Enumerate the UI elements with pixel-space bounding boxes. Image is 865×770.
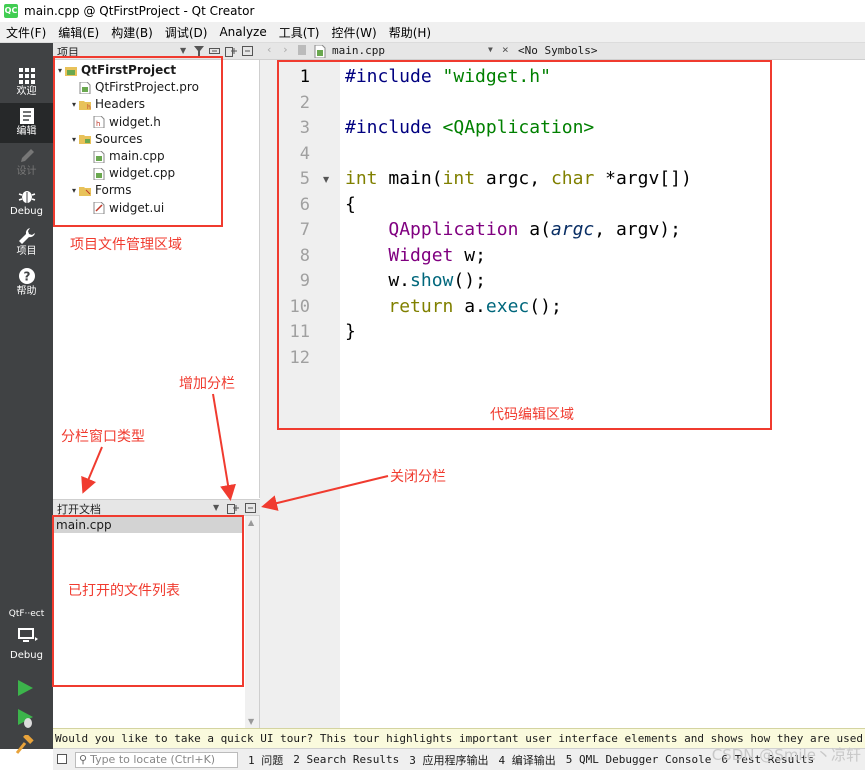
menu-item-6[interactable]: 控件(W) [325,24,382,41]
close-file-icon[interactable]: × [502,43,509,56]
sync-icon[interactable] [209,46,220,56]
mode-selector-bar: 欢迎 编辑 设计 Debug 项目 ? 帮助 QtF··ect Debug [0,43,53,754]
locator-input[interactable]: ⚲ Type to locate (Ctrl+K) [75,751,238,768]
menu-item-1[interactable]: 编辑(E) [52,24,105,41]
cpp-file-icon [314,45,326,58]
mode-welcome[interactable]: 欢迎 [0,63,53,103]
wrench-icon [18,228,35,244]
annotation-box-project [53,56,223,227]
window-title: main.cpp @ QtFirstProject - Qt Creator [24,4,255,18]
kit-selector[interactable]: Debug [0,625,53,665]
menu-item-3[interactable]: 调试(D) [159,24,214,41]
help-icon: ? [18,268,35,284]
open-documents-header: 打开文档 ▼ [53,499,260,516]
scrollbar[interactable]: ▲ ▼ [245,516,259,728]
filter-icon[interactable] [194,46,204,56]
scroll-up-icon[interactable]: ▲ [248,518,254,527]
mode-help[interactable]: ? 帮助 [0,263,53,303]
menu-item-4[interactable]: Analyze [213,25,272,39]
annotation-add-split: 增加分栏 [179,376,235,392]
annotation-project-area: 项目文件管理区域 [70,237,182,253]
menu-item-7[interactable]: 帮助(H) [383,24,437,41]
annotation-split-type: 分栏窗口类型 [61,429,145,445]
grid-icon [18,68,35,84]
debug-run-icon [18,709,33,728]
debug-run-button[interactable] [15,707,35,732]
mode-design[interactable]: 设计 [0,143,53,183]
mode-label: 设计 [16,166,37,177]
editor-file-tab[interactable]: main.cpp [332,44,385,57]
watermark: CSDN @Smile丶凉轩 [711,746,861,764]
editor-toolbar: ‹ › main.cpp ▼ × <No Symbols> [260,43,865,60]
close-pane-icon[interactable] [242,46,253,56]
menu-item-5[interactable]: 工具(T) [273,24,326,41]
annotation-opened-files: 已打开的文件列表 [68,583,180,599]
search-icon: ⚲ [79,753,88,766]
mode-edit[interactable]: 编辑 [0,103,53,143]
pane-type-dropdown-icon[interactable]: ▼ [213,503,219,512]
mode-projects[interactable]: 项目 [0,223,53,263]
forward-icon[interactable]: › [282,43,289,56]
qt-creator-logo-icon: QC [4,4,18,18]
title-bar: QC main.cpp @ QtFirstProject - Qt Creato… [0,0,865,22]
build-button[interactable] [15,733,35,758]
mode-label: 帮助 [16,286,37,297]
annotation-box-opened-files [52,515,244,687]
mode-debug[interactable]: Debug [0,183,53,223]
pencil-icon [20,149,34,162]
lock-icon [298,45,306,55]
monitor-icon [17,628,38,642]
annotation-close-split: 关闭分栏 [390,469,446,485]
mode-label: 欢迎 [16,86,37,97]
split-icon[interactable] [227,502,239,514]
mode-label: Debug [10,206,43,217]
mode-label: 编辑 [16,126,37,137]
menu-item-2[interactable]: 构建(B) [105,24,159,41]
back-icon[interactable]: ‹ [266,43,273,56]
kit-mode: Debug [10,650,43,661]
locator-placeholder: Type to locate (Ctrl+K) [90,753,216,766]
toggle-sidebar-icon[interactable] [57,754,67,764]
output-tab-compile-output[interactable]: 4 编译输出 [498,752,555,768]
output-tab-search-results[interactable]: 2 Search Results [293,753,399,766]
annotation-box-code [277,60,772,430]
pane-type-dropdown-icon[interactable]: ▼ [180,46,186,55]
menu-item-0[interactable]: 文件(F) [0,24,52,41]
run-button[interactable] [15,678,35,701]
output-tab-application-output[interactable]: 3 应用程序输出 [409,752,488,768]
hammer-icon [15,733,34,754]
split-icon[interactable] [225,45,237,57]
symbols-dropdown[interactable]: <No Symbols> [518,44,597,57]
scroll-down-icon[interactable]: ▼ [248,717,254,726]
close-pane-icon[interactable] [245,503,256,513]
menu-bar: 文件(F) 编辑(E) 构建(B) 调试(D) Analyze 工具(T) 控件(W) 帮助(… [0,22,865,43]
mode-label: 项目 [16,246,37,257]
output-tab-issues[interactable]: 1 问题 [248,752,283,768]
svg-text:?: ? [23,270,30,284]
bug-icon [18,191,35,203]
edit-icon [19,108,34,124]
file-dropdown-icon[interactable]: ▼ [488,45,493,54]
kit-name: QtF··ect [8,609,45,619]
run-icon [18,680,33,696]
output-tab-qml-debugger-console[interactable]: 5 QML Debugger Console [566,753,712,766]
annotation-code-area: 代码编辑区域 [490,407,574,423]
